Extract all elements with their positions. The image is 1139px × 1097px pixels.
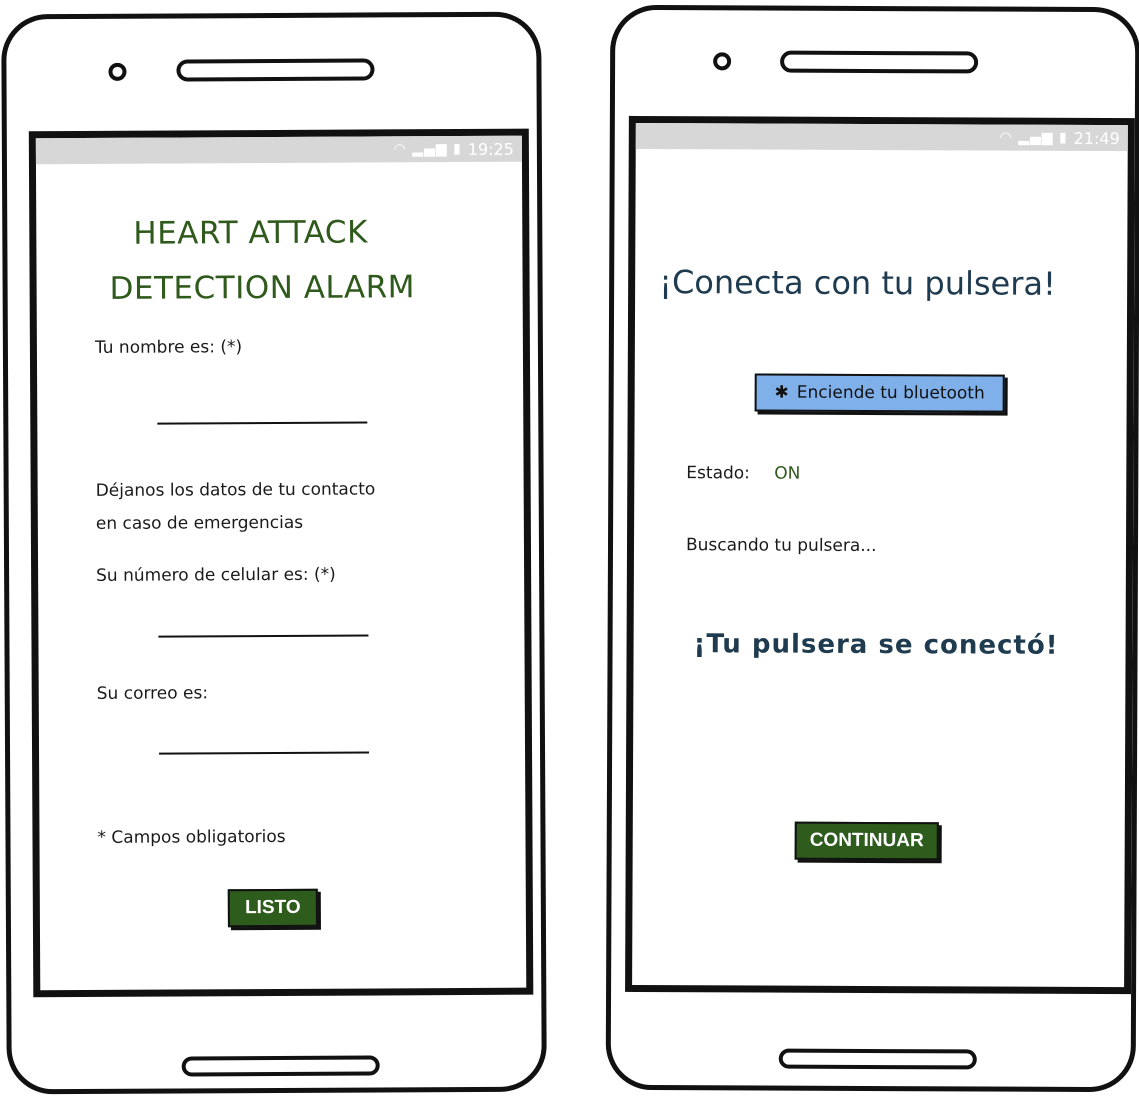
bluetooth-button-label: Enciende tu bluetooth <box>796 382 985 404</box>
wifi-signal-battery-icon: ◠ ▂▄▆ ▮ <box>393 141 462 158</box>
status-bar: ◠ ▂▄▆ ▮ 19:25 <box>35 135 522 165</box>
phone-frame-left: ◠ ▂▄▆ ▮ 19:25 HEART ATTACK DETECTION ALA… <box>1 11 547 1095</box>
continue-button[interactable]: CONTINUAR <box>794 821 939 861</box>
camera-icon <box>108 62 127 81</box>
required-note: * Campos obligatorios <box>97 826 286 848</box>
status-time: 21:49 <box>1073 128 1120 148</box>
searching-text: Buscando tu pulsera... <box>685 535 877 557</box>
contact-intro-line1: Déjanos los datos de tu contacto <box>95 479 376 501</box>
home-button[interactable] <box>181 1055 380 1077</box>
contact-intro-line2: en caso de emergencias <box>95 512 304 534</box>
status-bar: ◠ ▂▄▆ ▮ 21:49 <box>635 122 1128 152</box>
phone-frame-right: ◠ ▂▄▆ ▮ 21:49 ¡Conecta con tu pulsera! ✱… <box>605 4 1139 1093</box>
phone-input[interactable] <box>158 634 369 638</box>
camera-icon <box>713 52 732 71</box>
done-button[interactable]: LISTO <box>227 888 318 928</box>
bluetooth-button[interactable]: ✱ Enciende tu bluetooth <box>754 373 1005 413</box>
bluetooth-icon: ✱ <box>774 382 789 403</box>
status-value: ON <box>774 463 801 484</box>
status-time: 19:25 <box>467 139 514 159</box>
connected-message: ¡Tu pulsera se conectó! <box>693 629 1059 661</box>
status-label: Estado: <box>686 463 750 484</box>
phone-label: Su número de celular es: (*) <box>96 564 336 586</box>
connect-heading: ¡Conecta con tu pulsera! <box>659 263 1056 303</box>
wifi-signal-battery-icon: ◠ ▂▄▆ ▮ <box>999 129 1068 146</box>
screen-left: ◠ ▂▄▆ ▮ 19:25 HEART ATTACK DETECTION ALA… <box>28 128 534 998</box>
name-label: Tu nombre es: (*) <box>94 337 243 358</box>
app-title-line1: HEART ATTACK <box>133 214 368 252</box>
name-input[interactable] <box>157 421 368 425</box>
app-title-line2: DETECTION ALARM <box>109 269 416 307</box>
speaker-grille <box>780 50 979 74</box>
home-button[interactable] <box>778 1048 977 1070</box>
email-label: Su correo es: <box>96 683 209 704</box>
speaker-grille <box>176 58 375 82</box>
screen-right: ◠ ▂▄▆ ▮ 21:49 ¡Conecta con tu pulsera! ✱… <box>625 115 1135 995</box>
email-input[interactable] <box>159 751 370 755</box>
